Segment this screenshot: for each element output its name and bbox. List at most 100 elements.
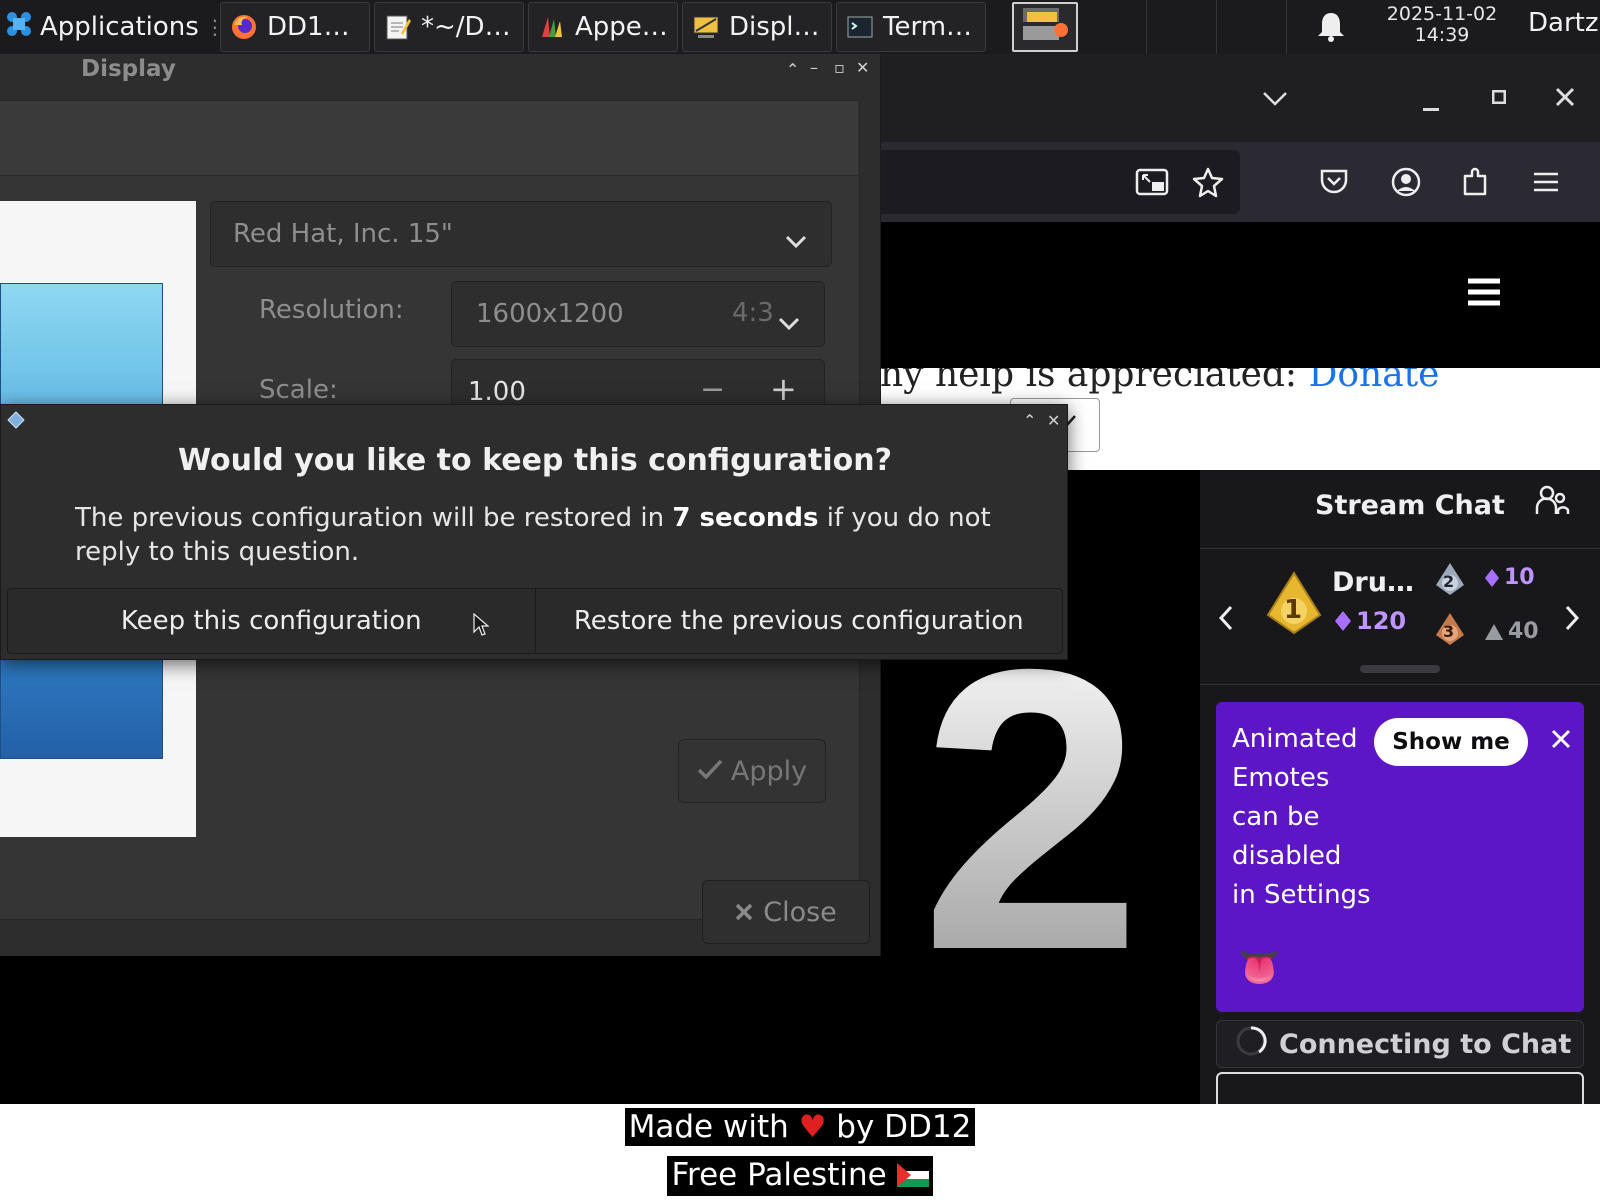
dialog-app-icon <box>7 411 25 433</box>
scale-decrement-icon[interactable]: − <box>700 372 725 407</box>
connecting-status: Connecting to Chat <box>1216 1020 1584 1068</box>
gold-rank-badge-icon: 1 <box>1266 571 1322 639</box>
maximize-icon[interactable] <box>1484 82 1514 112</box>
apply-button[interactable]: Apply <box>678 739 826 803</box>
leaderboard-first-name[interactable]: Dru… <box>1332 567 1414 598</box>
xfce-logo-icon <box>4 9 34 46</box>
community-users-icon[interactable] <box>1534 482 1570 522</box>
monitor-select-value: Red Hat, Inc. 15" <box>233 219 453 249</box>
site-footer: Made with ♥ by DD12 Free Palestine <box>0 1104 1600 1200</box>
taskbar-separator <box>1216 0 1217 54</box>
close-button[interactable]: Close <box>702 880 870 944</box>
close-icon[interactable]: ✕ <box>1047 411 1060 430</box>
restore-configuration-button[interactable]: Restore the previous configuration <box>534 589 1063 653</box>
scale-value: 1.00 <box>468 377 526 407</box>
browser-titlebar <box>880 54 1600 142</box>
first-points-value: 120 <box>1356 607 1407 635</box>
channel-points-icon <box>1485 568 1499 587</box>
workspace-preview-icon <box>1021 6 1069 48</box>
made-with-prefix: Made with <box>628 1109 789 1145</box>
bookmark-star-icon[interactable] <box>1190 164 1226 200</box>
close-label: Close <box>763 896 837 928</box>
close-icon[interactable] <box>1550 82 1580 112</box>
rank-1-label: 1 <box>1284 595 1303 625</box>
mouse-cursor-icon <box>473 612 490 641</box>
task-label: Displ… <box>729 12 820 42</box>
free-palestine-line: Free Palestine <box>0 1156 1600 1196</box>
chevron-down-icon <box>778 308 800 338</box>
picture-in-picture-icon[interactable] <box>1134 164 1170 200</box>
clock[interactable]: 2025-11-02 14:39 <box>1372 4 1512 46</box>
resolution-label: Resolution: <box>259 295 404 325</box>
text-editor-icon <box>383 12 413 42</box>
chevron-left-icon[interactable] <box>1218 605 1234 635</box>
shade-icon[interactable]: ⌃ <box>1023 411 1036 430</box>
second-points-value: 10 <box>1504 565 1535 590</box>
site-menu-icon[interactable] <box>1464 272 1504 312</box>
heart-icon: ♥ <box>798 1109 827 1145</box>
checkmark-icon <box>697 756 723 787</box>
task-label: DD1… <box>267 12 350 42</box>
video-countdown-number: 2 <box>920 586 1143 1033</box>
scale-increment-icon[interactable]: + <box>770 370 797 408</box>
connecting-label: Connecting to Chat <box>1279 1028 1572 1060</box>
maximize-icon[interactable]: ▫ <box>834 58 845 77</box>
task-button-terminal[interactable]: Term… <box>836 2 986 52</box>
clock-time: 14:39 <box>1414 24 1470 46</box>
made-with-suffix: by DD12 <box>836 1109 972 1145</box>
rank-3-label: 3 <box>1443 622 1455 641</box>
firefox-icon <box>229 12 259 42</box>
chevron-down-icon <box>785 226 807 256</box>
window-titlebar[interactable]: Display ⌃ – ▫ ✕ <box>0 54 880 100</box>
minimize-icon[interactable] <box>1416 88 1446 118</box>
chat-leaderboard: 1 Dru… 120 2 10 3 40 <box>1200 548 1600 685</box>
leaderboard-scroll-indicator <box>1360 665 1440 673</box>
message-before: The previous configuration will be resto… <box>75 503 673 533</box>
settings-header-strip <box>0 101 858 176</box>
leaderboard-second-points: 10 <box>1484 565 1535 590</box>
url-bar[interactable] <box>880 150 1240 214</box>
close-icon[interactable] <box>1550 724 1572 757</box>
task-button-text-editor[interactable]: *~/D… <box>374 2 524 52</box>
scale-label: Scale: <box>259 375 338 405</box>
emote-icon: 👅 <box>1238 948 1281 988</box>
help-text: ny help is appreciated: <box>880 368 1309 395</box>
user-menu[interactable]: Dartz <box>1528 8 1598 38</box>
keep-configuration-dialog: ⌃ ✕ Would you like to keep this configur… <box>0 404 1068 660</box>
terminal-icon <box>845 12 875 42</box>
task-label: Appe… <box>575 12 668 42</box>
palestine-flag-icon <box>896 1158 929 1196</box>
silver-rank-badge-icon: 2 <box>1434 561 1466 601</box>
task-button-display[interactable]: Displ… <box>682 2 832 52</box>
loading-spinner-icon <box>1235 1025 1267 1064</box>
task-button-firefox[interactable]: DD1… <box>220 2 370 52</box>
minimize-icon[interactable]: – <box>810 58 818 77</box>
dialog-heading: Would you like to keep this configuratio… <box>178 443 892 478</box>
rank-2-label: 2 <box>1443 572 1455 591</box>
keep-configuration-button[interactable]: Keep this configuration <box>8 589 535 653</box>
promo-text: Animated Emotes can be disabled in Setti… <box>1232 724 1371 910</box>
channel-points-icon <box>1335 611 1351 631</box>
notification-bell-icon[interactable] <box>1316 10 1346 48</box>
task-label: Term… <box>883 12 973 42</box>
show-me-button[interactable]: Show me <box>1374 718 1528 766</box>
donate-link[interactable]: Donate <box>1308 368 1439 395</box>
monitor-select[interactable]: Red Hat, Inc. 15" <box>210 201 832 267</box>
animated-emotes-promo: Animated Emotes can be disabled in Setti… <box>1216 702 1584 1012</box>
task-button-appearance[interactable]: Appe… <box>528 2 678 52</box>
clock-date: 2025-11-02 <box>1386 3 1498 25</box>
close-icon[interactable]: ✕ <box>856 58 869 77</box>
shade-icon[interactable]: ⌃ <box>786 60 799 79</box>
chat-title: Stream Chat <box>1315 490 1505 521</box>
applications-menu[interactable]: Applications ⋮ <box>4 2 225 52</box>
bronze-rank-badge-icon: 3 <box>1434 611 1466 651</box>
workspace-switcher[interactable] <box>1012 2 1078 52</box>
taskbar-separator <box>1146 0 1147 54</box>
chevron-right-icon[interactable] <box>1564 605 1580 635</box>
window-title: Display <box>81 56 176 82</box>
donate-line: ny help is appreciated: Donate <box>880 368 1439 395</box>
tab-list-chevron-icon[interactable] <box>1258 82 1292 116</box>
taskbar-separator <box>1286 0 1287 54</box>
resolution-select[interactable]: 1600x1200 4:3 <box>451 281 825 347</box>
taskbar: Applications ⋮ DD1… *~/D… Appe… Displ… T… <box>0 0 1600 55</box>
